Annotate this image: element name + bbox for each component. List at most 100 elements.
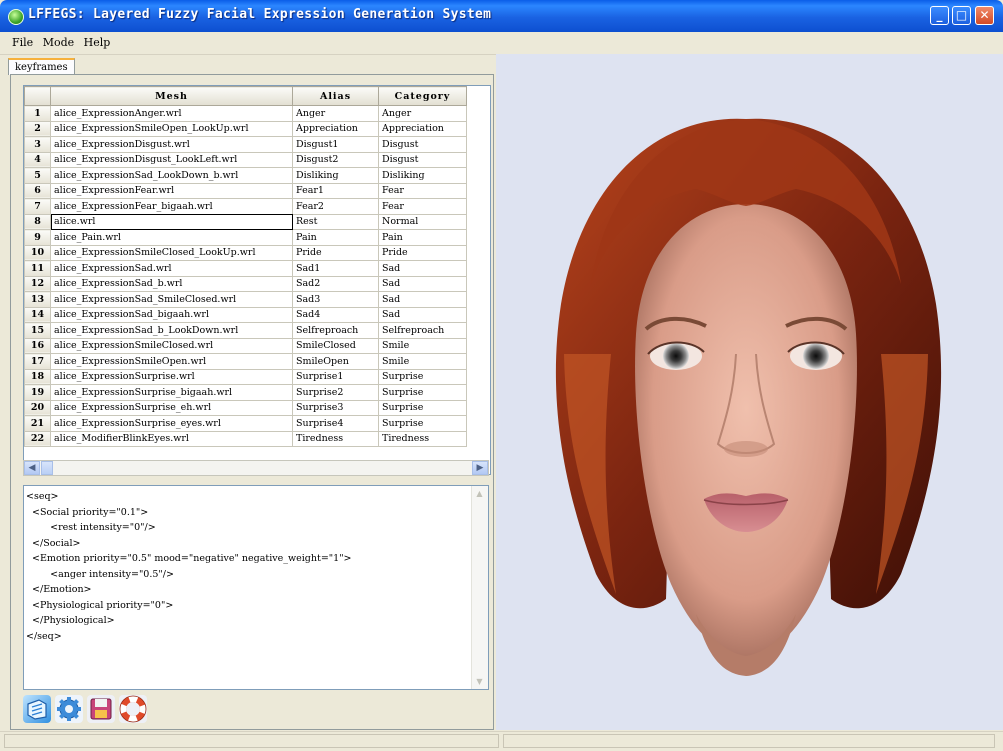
- cell-category[interactable]: Disgust: [378, 151, 467, 168]
- cell-category[interactable]: Disliking: [378, 167, 467, 184]
- row-number[interactable]: 2: [24, 120, 51, 137]
- cell-mesh[interactable]: alice_ExpressionSurprise_bigaah.wrl: [50, 384, 293, 401]
- script-line[interactable]: <Social priority="0.1">: [26, 505, 486, 521]
- script-line[interactable]: <rest intensity="0"/>: [26, 520, 486, 536]
- col-header-mesh[interactable]: Mesh: [50, 86, 293, 106]
- script-line[interactable]: <Physiological priority="0">: [26, 598, 486, 614]
- cell-mesh[interactable]: alice_ExpressionSad_LookDown_b.wrl: [50, 167, 293, 184]
- cell-category[interactable]: Sad: [378, 306, 467, 323]
- row-number[interactable]: 3: [24, 136, 51, 153]
- cell-alias[interactable]: Pride: [292, 244, 379, 261]
- col-header-alias[interactable]: Alias: [292, 86, 379, 106]
- cell-category[interactable]: Disgust: [378, 136, 467, 153]
- table-row[interactable]: 6 alice_ExpressionFear.wrl Fear1 Fear: [24, 182, 467, 199]
- table-row[interactable]: 1 alice_ExpressionAnger.wrl Anger Anger: [24, 105, 467, 122]
- table-row[interactable]: 10 alice_ExpressionSmileClosed_LookUp.wrl…: [24, 244, 467, 261]
- table-row[interactable]: 8 alice.wrl Rest Normal: [24, 213, 467, 230]
- row-number[interactable]: 6: [24, 182, 51, 199]
- cell-alias[interactable]: Sad1: [292, 260, 379, 277]
- row-number[interactable]: 8: [24, 213, 51, 230]
- script-line[interactable]: </Social>: [26, 536, 486, 552]
- cell-category[interactable]: Smile: [378, 353, 467, 370]
- maximize-button[interactable]: □: [952, 6, 971, 25]
- script-line[interactable]: <seq>: [26, 489, 486, 505]
- table-row[interactable]: 17 alice_ExpressionSmileOpen.wrl SmileOpen…: [24, 353, 467, 370]
- cell-alias[interactable]: Fear2: [292, 198, 379, 215]
- tab-keyframes[interactable]: keyframes: [8, 58, 75, 75]
- cell-category[interactable]: Smile: [378, 337, 467, 354]
- cell-category[interactable]: Appreciation: [378, 120, 467, 137]
- cell-alias[interactable]: Fear1: [292, 182, 379, 199]
- row-number[interactable]: 19: [24, 384, 51, 401]
- cell-category[interactable]: Surprise: [378, 384, 467, 401]
- cell-alias[interactable]: SmileOpen: [292, 353, 379, 370]
- cell-mesh[interactable]: alice_ExpressionSurprise.wrl: [50, 368, 293, 385]
- cell-alias[interactable]: Disgust1: [292, 136, 379, 153]
- table-row[interactable]: 18 alice_ExpressionSurprise.wrl Surprise1 S…: [24, 368, 467, 385]
- row-number[interactable]: 4: [24, 151, 51, 168]
- cell-mesh[interactable]: alice_ExpressionSmileOpen_LookUp.wrl: [50, 120, 293, 137]
- table-row[interactable]: 7 alice_ExpressionFear_bigaah.wrl Fear2 Fea…: [24, 198, 467, 215]
- cell-category[interactable]: Fear: [378, 198, 467, 215]
- row-number[interactable]: 11: [24, 260, 51, 277]
- menu-help[interactable]: Help: [81, 32, 114, 49]
- scroll-down-icon[interactable]: ▼: [472, 674, 487, 689]
- cell-category[interactable]: Tiredness: [378, 430, 467, 447]
- cell-alias[interactable]: Disliking: [292, 167, 379, 184]
- table-row[interactable]: 14 alice_ExpressionSad_bigaah.wrl Sad4 Sad: [24, 306, 467, 323]
- cell-alias[interactable]: Sad2: [292, 275, 379, 292]
- cell-category[interactable]: Sad: [378, 291, 467, 308]
- row-number[interactable]: 18: [24, 368, 51, 385]
- cell-alias[interactable]: Pain: [292, 229, 379, 246]
- cell-alias[interactable]: Sad3: [292, 291, 379, 308]
- cell-alias[interactable]: Surprise1: [292, 368, 379, 385]
- cell-category[interactable]: Selfreproach: [378, 322, 467, 339]
- cell-mesh[interactable]: alice_ExpressionSad.wrl: [50, 260, 293, 277]
- cell-alias[interactable]: Rest: [292, 213, 379, 230]
- script-line[interactable]: </Emotion>: [26, 582, 486, 598]
- cell-category[interactable]: Pride: [378, 244, 467, 261]
- cell-mesh[interactable]: alice_ExpressionSmileClosed.wrl: [50, 337, 293, 354]
- cell-mesh[interactable]: alice_ExpressionAnger.wrl: [50, 105, 293, 122]
- row-number[interactable]: 9: [24, 229, 51, 246]
- table-row[interactable]: 22 alice_ModifierBlinkEyes.wrl Tiredness Ti…: [24, 430, 467, 447]
- cell-mesh[interactable]: alice_ExpressionSurprise_eyes.wrl: [50, 415, 293, 432]
- scroll-right-icon[interactable]: ▶: [472, 461, 488, 475]
- table-row[interactable]: 20 alice_ExpressionSurprise_eh.wrl Surpris…: [24, 399, 467, 416]
- row-number[interactable]: 20: [24, 399, 51, 416]
- table-row[interactable]: 4 alice_ExpressionDisgust_LookLeft.wrl Dis…: [24, 151, 467, 168]
- cell-mesh[interactable]: alice_ExpressionSurprise_eh.wrl: [50, 399, 293, 416]
- cell-category[interactable]: Fear: [378, 182, 467, 199]
- cell-alias[interactable]: Sad4: [292, 306, 379, 323]
- table-row[interactable]: 9 alice_Pain.wrl Pain Pain: [24, 229, 467, 246]
- col-header-category[interactable]: Category: [378, 86, 467, 106]
- cell-category[interactable]: Surprise: [378, 415, 467, 432]
- cell-alias[interactable]: Tiredness: [292, 430, 379, 447]
- cell-mesh[interactable]: alice_ExpressionFear.wrl: [50, 182, 293, 199]
- row-number[interactable]: 16: [24, 337, 51, 354]
- table-row[interactable]: 3 alice_ExpressionDisgust.wrl Disgust1 Disg…: [24, 136, 467, 153]
- row-number[interactable]: 1: [24, 105, 51, 122]
- row-number[interactable]: 10: [24, 244, 51, 261]
- menu-file[interactable]: File: [0, 32, 36, 49]
- script-line[interactable]: </Physiological>: [26, 613, 486, 629]
- cell-mesh[interactable]: alice_ExpressionSad_b.wrl: [50, 275, 293, 292]
- cell-mesh[interactable]: alice_ExpressionSmileClosed_LookUp.wrl: [50, 244, 293, 261]
- row-number[interactable]: 21: [24, 415, 51, 432]
- cell-mesh[interactable]: alice_ModifierBlinkEyes.wrl: [50, 430, 293, 447]
- expression-script-editor[interactable]: <seq> <Social priority="0.1"> <rest inte…: [23, 485, 489, 690]
- cell-mesh[interactable]: alice_ExpressionFear_bigaah.wrl: [50, 198, 293, 215]
- script-line[interactable]: <Emotion priority="0.5" mood="negative" …: [26, 551, 486, 567]
- cell-mesh[interactable]: alice_ExpressionSad_b_LookDown.wrl: [50, 322, 293, 339]
- cell-alias[interactable]: SmileClosed: [292, 337, 379, 354]
- row-number[interactable]: 12: [24, 275, 51, 292]
- row-number[interactable]: 5: [24, 167, 51, 184]
- table-row[interactable]: 12 alice_ExpressionSad_b.wrl Sad2 Sad: [24, 275, 467, 292]
- menu-mode[interactable]: Mode: [40, 32, 77, 49]
- cell-category[interactable]: Sad: [378, 275, 467, 292]
- settings-button[interactable]: [55, 695, 83, 723]
- scroll-thumb[interactable]: [41, 461, 53, 475]
- cell-category[interactable]: Sad: [378, 260, 467, 277]
- row-number[interactable]: 14: [24, 306, 51, 323]
- cell-mesh[interactable]: alice_Pain.wrl: [50, 229, 293, 246]
